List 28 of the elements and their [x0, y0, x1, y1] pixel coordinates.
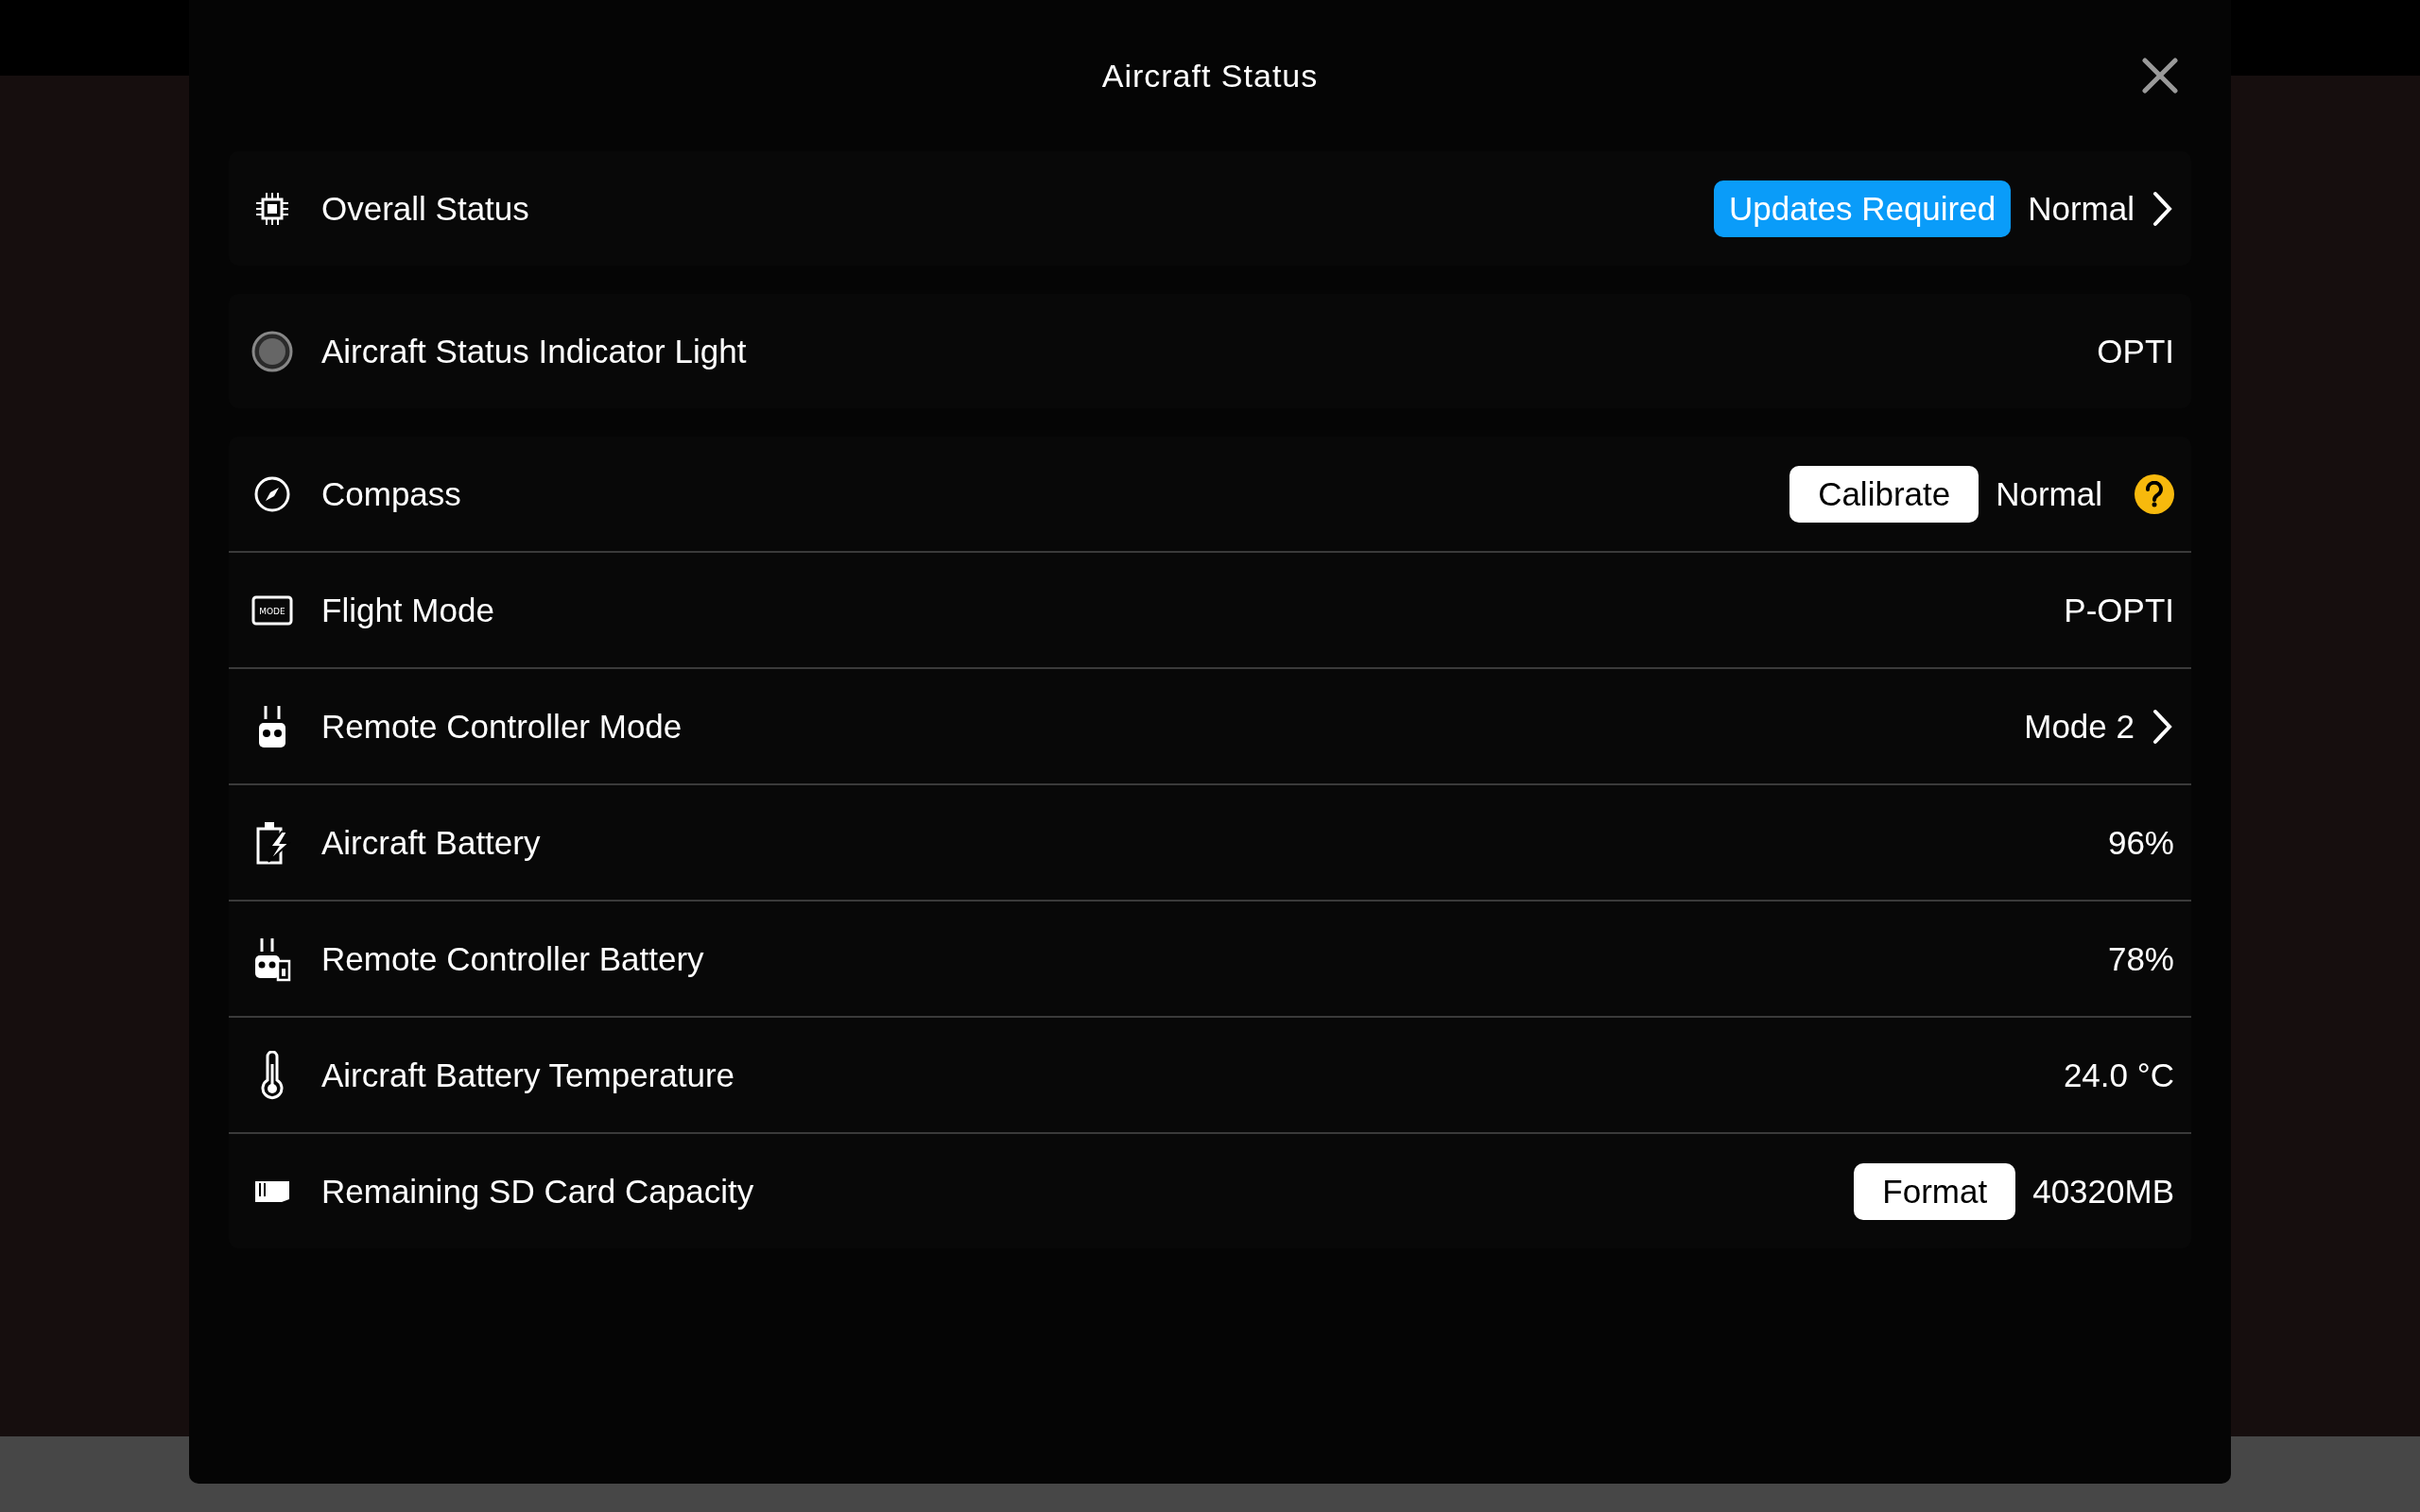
- row-label: Aircraft Status Indicator Light: [321, 332, 748, 370]
- mode-icon: MODE: [251, 594, 293, 626]
- row-value: 96%: [2107, 823, 2174, 862]
- row-label: Aircraft Battery Temperature: [321, 1056, 736, 1094]
- row-label: Remote Controller Mode: [321, 707, 683, 746]
- row-value: 78%: [2107, 939, 2174, 978]
- remote-controller-battery-icon: [253, 936, 291, 982]
- action-button[interactable]: Calibrate: [1789, 465, 1979, 523]
- row-label: Flight Mode: [321, 591, 495, 629]
- row-label: Remaining SD Card Capacity: [321, 1172, 755, 1211]
- row-value: P-OPTI: [2064, 591, 2174, 629]
- row-label: Remote Controller Battery: [321, 939, 705, 978]
- help-icon[interactable]: [2135, 473, 2174, 514]
- row-label: Aircraft Battery: [321, 823, 542, 862]
- row-value: Normal: [1996, 474, 2102, 513]
- row-value: Normal: [2028, 189, 2135, 228]
- dialog-title: Aircraft Status: [1101, 57, 1319, 94]
- row-label: Compass: [321, 474, 462, 513]
- row-value: 24.0 °C: [2063, 1056, 2174, 1094]
- row-label: Overall Status: [321, 189, 530, 228]
- row-value: Mode 2: [2024, 707, 2135, 746]
- action-button[interactable]: Format: [1854, 1162, 2016, 1220]
- chevron-right-icon[interactable]: [2152, 707, 2174, 746]
- row-value: OPTI: [2097, 332, 2174, 370]
- indicator-light-icon: [251, 330, 293, 372]
- compass-icon: [253, 474, 291, 513]
- row-value: 40320MB: [2032, 1172, 2174, 1211]
- chevron-right-icon[interactable]: [2152, 189, 2174, 228]
